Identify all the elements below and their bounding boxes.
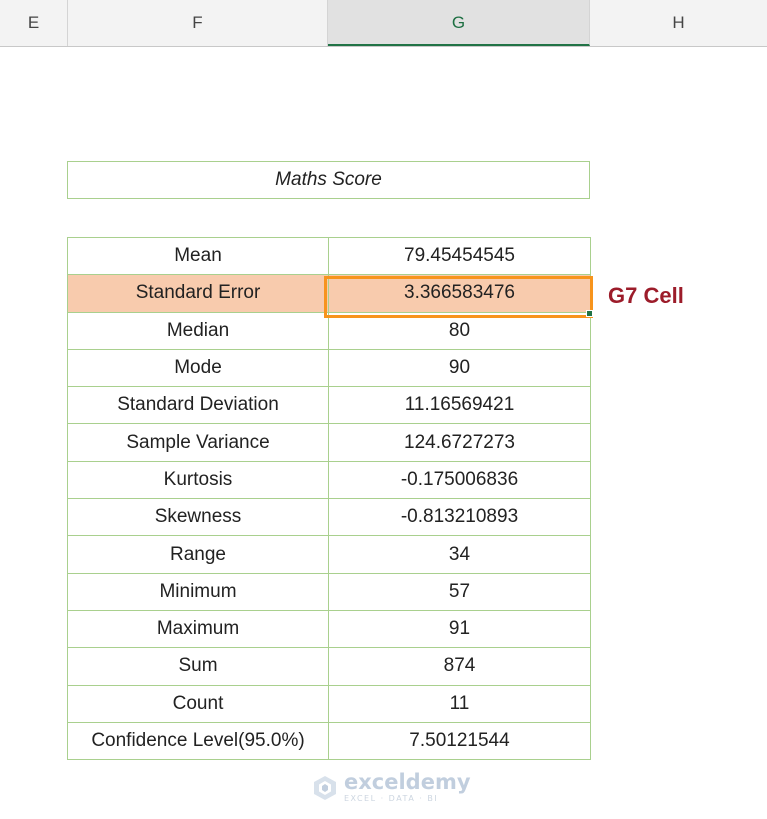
- table-row: Minimum 57: [67, 572, 591, 611]
- stat-value-cell[interactable]: 34: [328, 535, 591, 574]
- table-row: Sum 874: [67, 647, 591, 686]
- watermark-tagline: EXCEL · DATA · BI: [344, 794, 439, 803]
- stat-label-cell[interactable]: Standard Error: [67, 274, 329, 313]
- stat-label-cell[interactable]: Mean: [67, 236, 329, 276]
- table-row: Confidence Level(95.0%) 7.50121544: [67, 721, 591, 761]
- stat-label-cell[interactable]: Kurtosis: [67, 460, 329, 500]
- table-row: Range 34: [67, 535, 591, 574]
- stat-label-cell[interactable]: Range: [67, 535, 329, 574]
- column-header-bar: E F G H: [0, 0, 767, 47]
- stat-label-cell[interactable]: Sum: [67, 647, 329, 686]
- table-row: Count 11: [67, 684, 591, 723]
- stat-value-cell[interactable]: -0.175006836: [328, 460, 591, 500]
- stat-label-cell[interactable]: Mode: [67, 348, 329, 388]
- stat-value-cell[interactable]: 80: [328, 311, 591, 350]
- title-cell[interactable]: Maths Score: [67, 161, 590, 199]
- stat-value-cell[interactable]: 11.16569421: [328, 386, 591, 425]
- table-row: Standard Error 3.366583476: [67, 274, 591, 313]
- table-row: Maximum 91: [67, 609, 591, 649]
- stat-value-cell[interactable]: 91: [328, 609, 591, 649]
- table-row: Skewness -0.813210893: [67, 498, 591, 537]
- cell-annotation-label: G7 Cell: [608, 283, 684, 308]
- table-row: Mode 90: [67, 348, 591, 388]
- stat-label-cell[interactable]: Minimum: [67, 572, 329, 611]
- stat-label-cell[interactable]: Sample Variance: [67, 423, 329, 462]
- spreadsheet: E F G H Maths Score Mean 79.45454545 Sta…: [0, 0, 767, 819]
- stat-value-cell[interactable]: 124.6727273: [328, 423, 591, 462]
- stat-value-cell[interactable]: -0.813210893: [328, 498, 591, 537]
- table-row: Mean 79.45454545: [67, 236, 591, 276]
- column-header-e[interactable]: E: [0, 0, 68, 46]
- watermark: exceldemy EXCEL · DATA · BI: [312, 772, 471, 803]
- table-row: Sample Variance 124.6727273: [67, 423, 591, 462]
- table-row: Standard Deviation 11.16569421: [67, 386, 591, 425]
- exceldemy-logo-icon: [314, 775, 336, 800]
- stat-value-cell[interactable]: 874: [328, 647, 591, 686]
- stat-label-cell[interactable]: Maximum: [67, 609, 329, 649]
- stat-label-cell[interactable]: Skewness: [67, 498, 329, 537]
- column-header-g[interactable]: G: [328, 0, 590, 46]
- descriptive-stats-table: Mean 79.45454545 Standard Error 3.366583…: [67, 236, 591, 761]
- stat-value-cell[interactable]: 7.50121544: [328, 721, 591, 761]
- stat-value-cell[interactable]: 90: [328, 348, 591, 388]
- stat-value-cell[interactable]: 11: [328, 684, 591, 723]
- column-header-h[interactable]: H: [590, 0, 767, 46]
- column-header-f[interactable]: F: [68, 0, 328, 46]
- stat-label-cell[interactable]: Median: [67, 311, 329, 350]
- stat-label-cell[interactable]: Count: [67, 684, 329, 723]
- watermark-brand: exceldemy: [344, 770, 471, 794]
- fill-handle[interactable]: [586, 310, 593, 317]
- stat-value-cell[interactable]: 79.45454545: [328, 236, 591, 276]
- stat-label-cell[interactable]: Standard Deviation: [67, 386, 329, 425]
- stat-value-cell[interactable]: 57: [328, 572, 591, 611]
- table-row: Median 80: [67, 311, 591, 350]
- stat-label-cell[interactable]: Confidence Level(95.0%): [67, 721, 329, 761]
- table-row: Kurtosis -0.175006836: [67, 460, 591, 500]
- selected-cell-g7[interactable]: 3.366583476: [328, 274, 591, 313]
